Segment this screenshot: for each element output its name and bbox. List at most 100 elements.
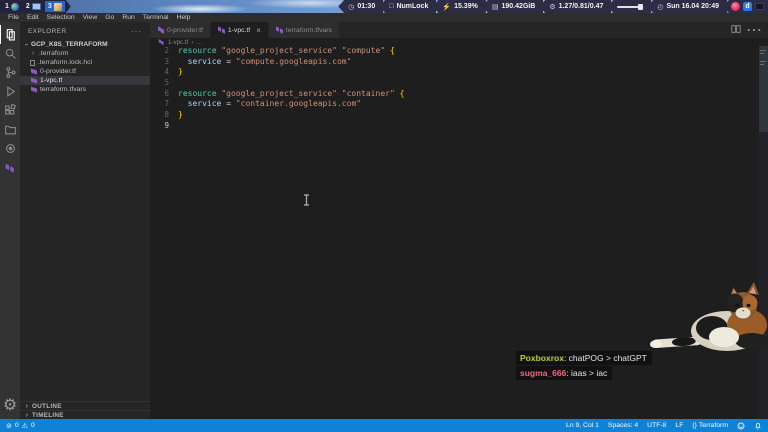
breadcrumb[interactable]: 1-vpc.tf › …: [150, 38, 768, 46]
webcam-cat-overlay: [648, 282, 768, 354]
cpu-widget: ⚡ 15.39%: [432, 0, 486, 13]
file-item-terraform.tfvars[interactable]: terraform.tfvars: [20, 85, 150, 94]
menu-run[interactable]: Run: [118, 14, 138, 21]
file-label: 0-provider.tf: [40, 68, 76, 75]
date-value: Sun 16.04 20:49: [666, 3, 719, 10]
code-line-2[interactable]: 2 resource "google_project_service" "comp…: [150, 46, 768, 57]
section-outline[interactable]: › OUTLINE: [20, 401, 150, 410]
token-kw: resource: [178, 46, 217, 55]
token-str: "google_project_service": [221, 46, 337, 55]
menu-edit[interactable]: Edit: [23, 14, 43, 21]
line-number: 8: [164, 110, 169, 120]
tab-0-provider.tf[interactable]: 0-provider.tf: [150, 22, 211, 38]
section-label: OUTLINE: [32, 402, 62, 410]
workbench: ⚙ EXPLORER ··· › GCP_K8S_TERRAFORM › .ter…: [0, 22, 768, 419]
menu-terminal[interactable]: Terminal: [139, 14, 173, 21]
encoding-setting[interactable]: UTF-8: [647, 422, 666, 429]
code-line-4[interactable]: 4}: [150, 67, 768, 78]
file-icon: [30, 59, 35, 66]
timer-widget[interactable]: ◷ 01:30: [338, 0, 384, 13]
mouse-ibeam-cursor: [303, 194, 310, 208]
tray-window-icon[interactable]: [755, 3, 764, 10]
close-icon[interactable]: ×: [256, 26, 261, 35]
remote-explorer-icon[interactable]: [0, 120, 20, 139]
notifications-bell-icon[interactable]: [754, 421, 762, 430]
error-count: 0: [14, 422, 19, 429]
cpu-icon: ⚡: [442, 3, 452, 11]
run-debug-icon[interactable]: [0, 82, 20, 101]
numlock-icon: □: [389, 3, 394, 10]
system-tray: d: [723, 0, 768, 13]
more-actions-icon[interactable]: ⋯: [746, 22, 762, 40]
workspace-3[interactable]: 3: [45, 1, 65, 12]
feedback-icon[interactable]: [737, 422, 745, 430]
load-value: 1.27/0.81/0.47: [558, 3, 604, 10]
indentation-setting[interactable]: Spaces: 4: [608, 422, 638, 429]
menu-selection[interactable]: Selection: [43, 14, 79, 21]
taskbar-status-area: ◷ 01:30 □ NumLock ⚡ 15.39% ▤ 190.42GiB ⚙…: [338, 0, 768, 13]
tray-d-icon[interactable]: d: [743, 2, 752, 11]
eol-setting[interactable]: LF: [675, 422, 683, 429]
search-icon[interactable]: [0, 44, 20, 63]
menu-view[interactable]: View: [79, 14, 102, 21]
file-item-0-provider.tf[interactable]: 0-provider.tf: [20, 67, 150, 76]
volume-slider[interactable]: [617, 3, 644, 10]
file-item-.terraform[interactable]: › .terraform: [20, 49, 150, 58]
code-line-5[interactable]: 5: [150, 78, 768, 89]
clock-widget[interactable]: ◴ Sun 16.04 20:49: [647, 0, 727, 13]
workspace-root-folder[interactable]: › GCP_K8S_TERRAFORM: [20, 40, 150, 49]
token-str: "compute.googleapis.com": [235, 56, 352, 66]
workspace-2[interactable]: 2: [23, 1, 44, 12]
docker-icon[interactable]: [0, 139, 20, 158]
source-control-icon[interactable]: [0, 63, 20, 82]
tab-1-vpc.tf[interactable]: 1-vpc.tf ×: [210, 22, 269, 38]
language-mode[interactable]: {} Terraform: [692, 422, 728, 429]
explorer-icon[interactable]: [0, 25, 20, 44]
file-item-1-vpc.tf[interactable]: 1-vpc.tf: [20, 76, 150, 85]
terraform-icon: [157, 26, 164, 34]
editor-scrollbar[interactable]: [759, 46, 768, 132]
breadcrumb-more[interactable]: …: [196, 39, 202, 46]
volume-widget[interactable]: [607, 0, 652, 13]
workspace-1[interactable]: 1: [2, 1, 22, 12]
file-item-.terraform.lock.hcl[interactable]: .terraform.lock.hcl: [20, 58, 150, 67]
menu-bar: File Edit Selection View Go Run Terminal Help: [0, 13, 768, 22]
menu-help[interactable]: Help: [172, 14, 194, 21]
editor-group: 0-provider.tf 1-vpc.tf × terraform.tfvars ⋯ …: [150, 22, 768, 419]
code-line-9[interactable]: 9: [150, 121, 768, 132]
code-line-7[interactable]: 7 service = "container.googleapis.com": [150, 99, 768, 110]
volume-slider-handle[interactable]: [638, 3, 644, 10]
editor-icon: [54, 3, 62, 11]
menu-file[interactable]: File: [4, 14, 23, 21]
token-prop: service: [187, 56, 222, 66]
code-line-3[interactable]: 3 service = "compute.googleapis.com": [150, 57, 768, 68]
token-br: }: [178, 67, 183, 77]
code-editor[interactable]: 2 resource "google_project_service" "comp…: [150, 46, 768, 419]
token-str: "compute": [341, 46, 386, 55]
manage-gear-icon[interactable]: ⚙: [0, 397, 20, 414]
minimap[interactable]: [759, 46, 768, 419]
workspace-number: 3: [47, 3, 52, 10]
numlock-widget: □ NumLock: [379, 0, 437, 13]
menu-go[interactable]: Go: [101, 14, 118, 21]
tray-music-icon[interactable]: [731, 2, 740, 11]
terraform-icon: [30, 86, 37, 94]
explorer-sidebar: EXPLORER ··· › GCP_K8S_TERRAFORM › .terra…: [20, 22, 150, 419]
chat-overlay: Poxboxrox: chatPOG > chatGPT sugma_666: i…: [516, 351, 652, 381]
code-line-6[interactable]: 6 resource "google_project_service" "cont…: [150, 89, 768, 100]
terraform-icon: [30, 68, 37, 76]
explorer-more-icon[interactable]: ···: [131, 27, 142, 36]
breadcrumb-file[interactable]: 1-vpc.tf: [168, 39, 188, 46]
extensions-icon[interactable]: [0, 101, 20, 120]
chat-text: chatPOG > chatGPT: [568, 353, 647, 363]
problems-indicator[interactable]: ⊘ 0 ⚠ 0: [6, 422, 35, 430]
tab-terraform.tfvars[interactable]: terraform.tfvars: [268, 22, 340, 38]
code-line-8[interactable]: 8}: [150, 110, 768, 121]
tab-bar: 0-provider.tf 1-vpc.tf × terraform.tfvars ⋯: [150, 22, 768, 40]
terraform-icon: [30, 77, 37, 85]
workspace-number: 2: [25, 3, 30, 10]
terraform-activity-icon[interactable]: [0, 158, 20, 177]
split-editor-icon[interactable]: [731, 22, 741, 39]
section-timeline[interactable]: › TIMELINE: [20, 410, 150, 419]
cursor-position[interactable]: Ln 9, Col 1: [566, 422, 599, 429]
